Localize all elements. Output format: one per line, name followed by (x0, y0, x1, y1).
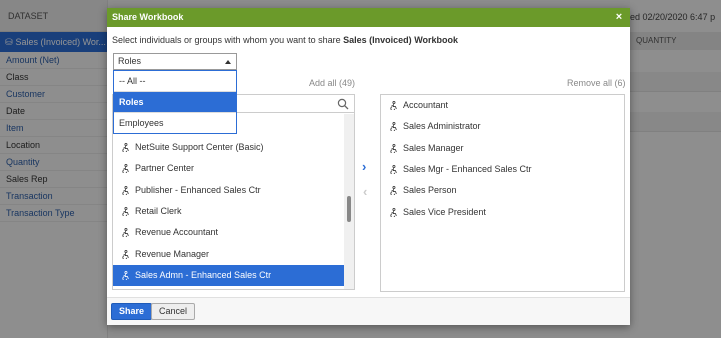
dialog-title: Share Workbook (112, 12, 184, 22)
available-list-item[interactable]: NetSuite Support Center (Basic) (113, 137, 346, 158)
role-icon (122, 270, 129, 280)
move-right-icon[interactable]: › (362, 159, 366, 174)
role-icon (390, 143, 397, 153)
selected-list-item[interactable]: Accountant (381, 95, 624, 116)
type-dropdown: -- All -- Roles Employees (113, 70, 237, 134)
selected-item-label: Sales Person (403, 185, 457, 196)
available-item-label: Revenue Manager (135, 248, 210, 259)
role-icon (122, 164, 129, 174)
search-icon[interactable] (337, 98, 349, 110)
selected-list-panel: Accountant Sales Administrator Sales Manag… (380, 94, 625, 292)
caret-up-icon (225, 60, 231, 64)
selected-list-item[interactable]: Sales Administrator (381, 116, 624, 137)
role-icon (390, 101, 397, 111)
selected-item-label: Sales Administrator (403, 121, 481, 132)
available-list-item[interactable]: Revenue Accountant (113, 222, 346, 243)
role-icon (122, 228, 129, 238)
close-icon[interactable]: × (613, 8, 625, 27)
selected-list-item[interactable]: Sales Manager (381, 138, 624, 159)
cancel-button[interactable]: Cancel (151, 303, 196, 320)
selected-item-label: Sales Vice President (403, 206, 486, 217)
available-item-label: NetSuite Support Center (Basic) (135, 142, 264, 153)
available-list-item[interactable]: Publisher - Enhanced Sales Ctr (113, 180, 346, 201)
role-icon (390, 165, 397, 175)
available-list: NetSuite Support Center (Basic) Partner C… (113, 137, 346, 287)
selected-list: Accountant Sales Administrator Sales Manag… (381, 95, 624, 223)
workbook-name: Sales (Invoiced) (343, 35, 412, 45)
add-all-link[interactable]: Add all (49) (309, 78, 355, 88)
share-workbook-dialog: Share Workbook × Select individuals or g… (107, 8, 630, 325)
role-icon (122, 207, 129, 217)
instruction-prefix: Select individuals or groups with whom y… (112, 35, 341, 45)
dropdown-option-employees[interactable]: Employees (114, 113, 236, 134)
role-icon (390, 207, 397, 217)
selected-list-item[interactable]: Sales Mgr - Enhanced Sales Ctr (381, 159, 624, 180)
selected-list-item[interactable]: Sales Vice President (381, 201, 624, 222)
available-list-item[interactable]: Retail Clerk (113, 201, 346, 222)
role-icon (122, 249, 129, 259)
dropdown-option-all[interactable]: -- All -- (114, 71, 236, 92)
selected-item-label: Sales Manager (403, 142, 464, 153)
dialog-titlebar: Share Workbook × (107, 8, 630, 27)
available-list-item[interactable]: Sales Admn - Enhanced Sales Ctr (113, 264, 346, 287)
scrollbar-thumb[interactable] (347, 196, 351, 222)
role-icon (122, 185, 129, 195)
available-item-label: Sales Admn - Enhanced Sales Ctr (135, 269, 272, 280)
selected-item-label: Accountant (403, 100, 449, 111)
available-list-item[interactable]: Partner Center (113, 158, 346, 179)
dialog-footer: Share Cancel (107, 297, 630, 325)
instruction-suffix: Workbook (414, 35, 459, 45)
available-item-label: Partner Center (135, 163, 195, 174)
available-item-label: Publisher - Enhanced Sales Ctr (135, 184, 261, 195)
role-icon (390, 122, 397, 132)
type-select[interactable]: Roles (113, 53, 237, 70)
available-list-item[interactable]: Revenue Manager (113, 243, 346, 264)
selected-item-label: Sales Mgr - Enhanced Sales Ctr (403, 164, 532, 175)
remove-all-link[interactable]: Remove all (6) (567, 78, 626, 88)
role-icon (390, 186, 397, 196)
available-item-label: Revenue Accountant (135, 227, 219, 238)
instruction-text: Select individuals or groups with whom y… (112, 35, 458, 45)
selected-list-item[interactable]: Sales Person (381, 180, 624, 201)
available-scrollbar[interactable] (344, 114, 354, 289)
available-item-label: Retail Clerk (135, 206, 182, 217)
role-icon (122, 143, 129, 153)
share-button[interactable]: Share (111, 303, 153, 320)
type-select-value: Roles (118, 56, 142, 66)
move-left-icon[interactable]: ‹ (363, 184, 367, 199)
dropdown-option-roles[interactable]: Roles (114, 92, 236, 113)
